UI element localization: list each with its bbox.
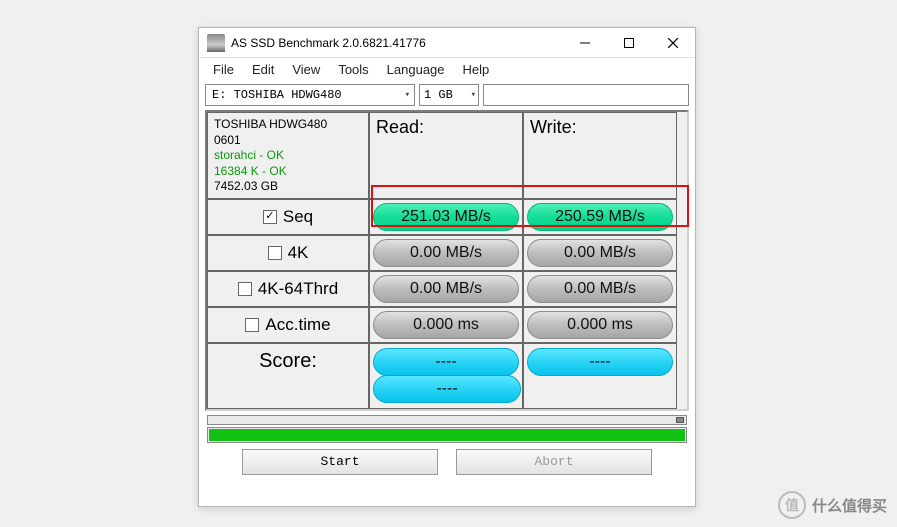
watermark: 值 什么值得买	[778, 491, 887, 519]
size-select[interactable]: 1 GB ▾	[419, 84, 479, 106]
info-capacity: 7452.03 GB	[214, 179, 362, 195]
size-select-value: 1 GB	[424, 88, 453, 102]
seq-read-cell: 251.03 MB/s	[369, 199, 523, 235]
test-4k64-label: 4K-64Thrd	[207, 271, 369, 307]
watermark-icon: 值	[778, 491, 806, 519]
info-driver: storahci - OK	[214, 148, 362, 164]
header-write: Write:	[523, 112, 677, 199]
app-window: AS SSD Benchmark 2.0.6821.41776 File Edi…	[198, 27, 696, 507]
progress-bar	[207, 427, 687, 443]
test-acc-label: Acc.time	[207, 307, 369, 343]
menu-tools[interactable]: Tools	[330, 60, 376, 79]
close-button[interactable]	[651, 28, 695, 57]
drive-info: TOSHIBA HDWG480 0601 storahci - OK 16384…	[207, 112, 369, 199]
abort-button[interactable]: Abort	[456, 449, 652, 475]
app-icon	[207, 34, 225, 52]
info-model: TOSHIBA HDWG480	[214, 117, 362, 133]
score-total-value: ----	[373, 375, 521, 403]
chevron-down-icon: ▾	[471, 90, 476, 100]
acc-write-value: 0.000 ms	[527, 311, 673, 339]
acc-read-value: 0.000 ms	[373, 311, 519, 339]
seq-checkbox[interactable]: ✓	[263, 210, 277, 224]
toolbar: E: TOSHIBA HDWG480 ▾ 1 GB ▾	[199, 80, 695, 110]
menubar: File Edit View Tools Language Help	[199, 58, 695, 80]
score-write-value: ----	[527, 348, 673, 376]
progress-fill	[209, 429, 685, 441]
window-title: AS SSD Benchmark 2.0.6821.41776	[231, 36, 563, 50]
titlebar[interactable]: AS SSD Benchmark 2.0.6821.41776	[199, 28, 695, 58]
menu-file[interactable]: File	[205, 60, 242, 79]
chevron-down-icon: ▾	[405, 90, 410, 100]
info-firmware: 0601	[214, 133, 362, 149]
acc-read-cell: 0.000 ms	[369, 307, 523, 343]
watermark-text: 什么值得买	[812, 495, 887, 516]
fourk64-write-cell: 0.00 MB/s	[523, 271, 677, 307]
maximize-button[interactable]	[607, 28, 651, 57]
window-controls	[563, 28, 695, 57]
acc-checkbox[interactable]	[245, 318, 259, 332]
menu-help[interactable]: Help	[455, 60, 498, 79]
path-field[interactable]	[483, 84, 689, 106]
seq-write-cell: 250.59 MB/s	[523, 199, 677, 235]
drive-select-value: E: TOSHIBA HDWG480	[212, 88, 342, 102]
fourk-write-value: 0.00 MB/s	[527, 239, 673, 267]
drive-select[interactable]: E: TOSHIBA HDWG480 ▾	[205, 84, 415, 106]
header-read: Read:	[369, 112, 523, 199]
test-seq-label: ✓ Seq	[207, 199, 369, 235]
score-read-value: ----	[373, 348, 519, 376]
info-alignment: 16384 K - OK	[214, 164, 362, 180]
button-row: Start Abort	[199, 449, 695, 481]
fourk-write-cell: 0.00 MB/s	[523, 235, 677, 271]
fourk64-read-value: 0.00 MB/s	[373, 275, 519, 303]
menu-edit[interactable]: Edit	[244, 60, 282, 79]
start-button[interactable]: Start	[242, 449, 438, 475]
results-panel: TOSHIBA HDWG480 0601 storahci - OK 16384…	[205, 110, 689, 411]
menu-view[interactable]: View	[284, 60, 328, 79]
seq-read-value: 251.03 MB/s	[373, 203, 519, 231]
fourk-read-cell: 0.00 MB/s	[369, 235, 523, 271]
acc-write-cell: 0.000 ms	[523, 307, 677, 343]
fourk64-read-cell: 0.00 MB/s	[369, 271, 523, 307]
menu-language[interactable]: Language	[379, 60, 453, 79]
fourk-checkbox[interactable]	[268, 246, 282, 260]
fourk64-checkbox[interactable]	[238, 282, 252, 296]
position-bar[interactable]	[207, 415, 687, 425]
position-thumb[interactable]	[676, 417, 684, 423]
fourk-read-value: 0.00 MB/s	[373, 239, 519, 267]
minimize-button[interactable]	[563, 28, 607, 57]
test-4k-label: 4K	[207, 235, 369, 271]
seq-write-value: 250.59 MB/s	[527, 203, 673, 231]
fourk64-write-value: 0.00 MB/s	[527, 275, 673, 303]
